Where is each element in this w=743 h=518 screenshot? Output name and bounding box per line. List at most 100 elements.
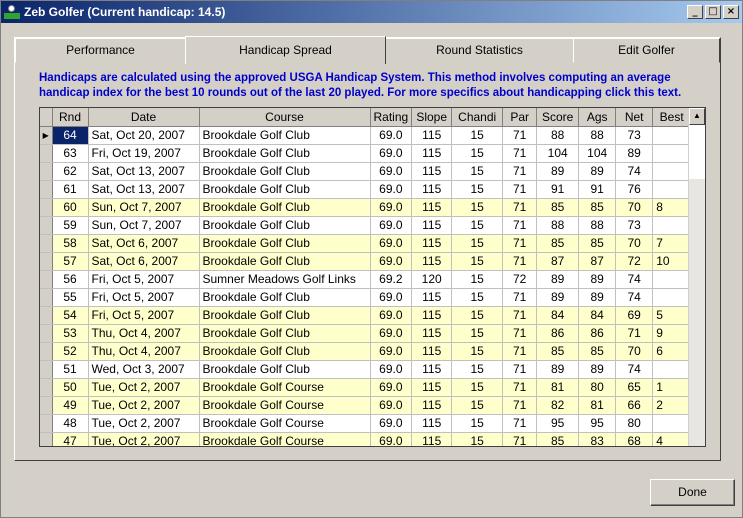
cell-rating[interactable]: 69.0: [370, 288, 413, 307]
cell-best[interactable]: [652, 414, 692, 433]
cell-course[interactable]: Brookdale Golf Club: [199, 306, 371, 325]
cell-rating[interactable]: 69.0: [370, 198, 413, 217]
cell-ags[interactable]: 95: [578, 414, 617, 433]
column-header-slope[interactable]: Slope: [411, 108, 453, 127]
cell-rating[interactable]: 69.0: [370, 216, 413, 235]
cell-course[interactable]: Brookdale Golf Club: [199, 288, 371, 307]
cell-score[interactable]: 89: [536, 162, 580, 181]
cell-net[interactable]: 74: [615, 162, 654, 181]
tab-edit-golfer[interactable]: Edit Golfer: [573, 38, 720, 63]
cell-slope[interactable]: 115: [411, 432, 453, 446]
cell-best[interactable]: [652, 144, 692, 163]
cell-date[interactable]: Thu, Oct 4, 2007: [88, 342, 200, 361]
cell-net[interactable]: 70: [615, 234, 654, 253]
cell-slope[interactable]: 115: [411, 216, 453, 235]
cell-ags[interactable]: 88: [578, 216, 617, 235]
cell-chandi[interactable]: 15: [451, 144, 504, 163]
tab-handicap-spread[interactable]: Handicap Spread: [185, 36, 386, 64]
table-row[interactable]: 47 Tue, Oct 2, 2007 Brookdale Golf Course 6…: [40, 432, 692, 446]
scroll-up-arrow-icon[interactable]: ▲: [689, 108, 705, 125]
table-row[interactable]: 56 Fri, Oct 5, 2007 Sumner Meadows Golf Li…: [40, 270, 692, 289]
table-row[interactable]: 55 Fri, Oct 5, 2007 Brookdale Golf Club 69.…: [40, 288, 692, 307]
cell-chandi[interactable]: 15: [451, 432, 504, 446]
cell-par[interactable]: 71: [502, 216, 538, 235]
cell-par[interactable]: 71: [502, 126, 538, 145]
cell-score[interactable]: 91: [536, 180, 580, 199]
cell-rating[interactable]: 69.0: [370, 126, 413, 145]
row-selector[interactable]: [40, 234, 53, 253]
cell-slope[interactable]: 115: [411, 288, 453, 307]
cell-course[interactable]: Brookdale Golf Club: [199, 360, 371, 379]
cell-score[interactable]: 81: [536, 378, 580, 397]
cell-rnd[interactable]: 49: [52, 396, 89, 415]
table-row[interactable]: 58 Sat, Oct 6, 2007 Brookdale Golf Club 69.…: [40, 234, 692, 253]
cell-chandi[interactable]: 15: [451, 342, 504, 361]
cell-best[interactable]: [652, 126, 692, 145]
cell-ags[interactable]: 81: [578, 396, 617, 415]
table-row[interactable]: 61 Sat, Oct 13, 2007 Brookdale Golf Club 69…: [40, 180, 692, 199]
column-header-par[interactable]: Par: [502, 108, 538, 127]
cell-net[interactable]: 74: [615, 270, 654, 289]
cell-net[interactable]: 89: [615, 144, 654, 163]
cell-score[interactable]: 84: [536, 306, 580, 325]
cell-date[interactable]: Tue, Oct 2, 2007: [88, 414, 200, 433]
cell-par[interactable]: 71: [502, 288, 538, 307]
row-selector[interactable]: [40, 324, 53, 343]
row-selector[interactable]: [40, 360, 53, 379]
row-selector[interactable]: [40, 414, 53, 433]
cell-ags[interactable]: 89: [578, 288, 617, 307]
table-row[interactable]: 54 Fri, Oct 5, 2007 Brookdale Golf Club 69.…: [40, 306, 692, 325]
cell-net[interactable]: 76: [615, 180, 654, 199]
row-selector[interactable]: [40, 432, 53, 446]
cell-ags[interactable]: 86: [578, 324, 617, 343]
cell-ags[interactable]: 89: [578, 270, 617, 289]
cell-rating[interactable]: 69.0: [370, 144, 413, 163]
cell-score[interactable]: 82: [536, 396, 580, 415]
vertical-scrollbar[interactable]: ▲: [688, 108, 705, 446]
cell-course[interactable]: Brookdale Golf Club: [199, 144, 371, 163]
cell-slope[interactable]: 115: [411, 234, 453, 253]
row-selector[interactable]: [40, 270, 53, 289]
cell-course[interactable]: Brookdale Golf Course: [199, 378, 371, 397]
cell-net[interactable]: 80: [615, 414, 654, 433]
cell-slope[interactable]: 115: [411, 144, 453, 163]
table-row[interactable]: 62 Sat, Oct 13, 2007 Brookdale Golf Club 69…: [40, 162, 692, 181]
cell-slope[interactable]: 115: [411, 396, 453, 415]
cell-course[interactable]: Sumner Meadows Golf Links: [199, 270, 371, 289]
cell-date[interactable]: Fri, Oct 5, 2007: [88, 288, 200, 307]
cell-course[interactable]: Brookdale Golf Course: [199, 396, 371, 415]
cell-score[interactable]: 104: [536, 144, 580, 163]
cell-score[interactable]: 85: [536, 234, 580, 253]
column-header-chandi[interactable]: Chandi: [451, 108, 504, 127]
cell-chandi[interactable]: 15: [451, 234, 504, 253]
cell-rnd[interactable]: 54: [52, 306, 89, 325]
cell-date[interactable]: Sat, Oct 13, 2007: [88, 162, 200, 181]
cell-rating[interactable]: 69.0: [370, 234, 413, 253]
cell-best[interactable]: 9: [652, 324, 692, 343]
cell-best[interactable]: 8: [652, 198, 692, 217]
cell-par[interactable]: 71: [502, 234, 538, 253]
cell-score[interactable]: 85: [536, 432, 580, 446]
cell-date[interactable]: Sat, Oct 6, 2007: [88, 252, 200, 271]
cell-date[interactable]: Sat, Oct 6, 2007: [88, 234, 200, 253]
table-row[interactable]: 52 Thu, Oct 4, 2007 Brookdale Golf Club 69.…: [40, 342, 692, 361]
cell-best[interactable]: 2: [652, 396, 692, 415]
row-selector[interactable]: [40, 396, 53, 415]
cell-rating[interactable]: 69.0: [370, 324, 413, 343]
cell-slope[interactable]: 115: [411, 198, 453, 217]
cell-course[interactable]: Brookdale Golf Club: [199, 252, 371, 271]
cell-net[interactable]: 73: [615, 126, 654, 145]
cell-chandi[interactable]: 15: [451, 360, 504, 379]
column-header-best[interactable]: Best: [652, 108, 692, 127]
cell-rnd[interactable]: 61: [52, 180, 89, 199]
row-selector[interactable]: [40, 306, 53, 325]
cell-rnd[interactable]: 55: [52, 288, 89, 307]
column-header-score[interactable]: Score: [536, 108, 580, 127]
cell-rnd[interactable]: 63: [52, 144, 89, 163]
table-row[interactable]: 48 Tue, Oct 2, 2007 Brookdale Golf Course 6…: [40, 414, 692, 433]
cell-par[interactable]: 71: [502, 252, 538, 271]
cell-chandi[interactable]: 15: [451, 396, 504, 415]
table-row[interactable]: 51 Wed, Oct 3, 2007 Brookdale Golf Club 69.…: [40, 360, 692, 379]
cell-ags[interactable]: 85: [578, 342, 617, 361]
cell-ags[interactable]: 80: [578, 378, 617, 397]
